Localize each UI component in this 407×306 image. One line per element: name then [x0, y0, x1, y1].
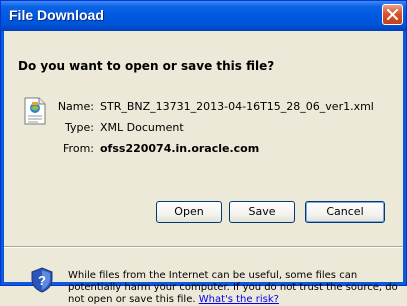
file-type: XML Document: [100, 121, 184, 134]
type-label: Type:: [65, 121, 94, 134]
divider: [4, 246, 403, 248]
cancel-button[interactable]: Cancel: [305, 201, 385, 223]
file-download-window: File Download Do you want to open or sav…: [0, 0, 407, 305]
from-label: From:: [63, 142, 94, 155]
close-button[interactable]: [382, 4, 403, 25]
whats-the-risk-link[interactable]: What's the risk?: [199, 294, 279, 305]
window-title: File Download: [9, 7, 104, 23]
shield-warning-icon: ?: [31, 267, 53, 293]
dialog-body: Do you want to open or save this file? N…: [4, 31, 403, 305]
open-button[interactable]: Open: [156, 201, 222, 223]
save-button[interactable]: Save: [229, 201, 295, 223]
title-bar[interactable]: File Download: [1, 1, 406, 31]
dialog-question: Do you want to open or save this file?: [18, 59, 275, 73]
file-source: ofss220074.in.oracle.com: [100, 142, 260, 155]
file-name: STR_BNZ_13731_2013-04-16T15_28_06_ver1.x…: [100, 100, 374, 113]
name-label: Name:: [57, 100, 94, 113]
close-icon: [387, 9, 398, 20]
security-warning: While files from the Internet can be use…: [68, 270, 400, 306]
